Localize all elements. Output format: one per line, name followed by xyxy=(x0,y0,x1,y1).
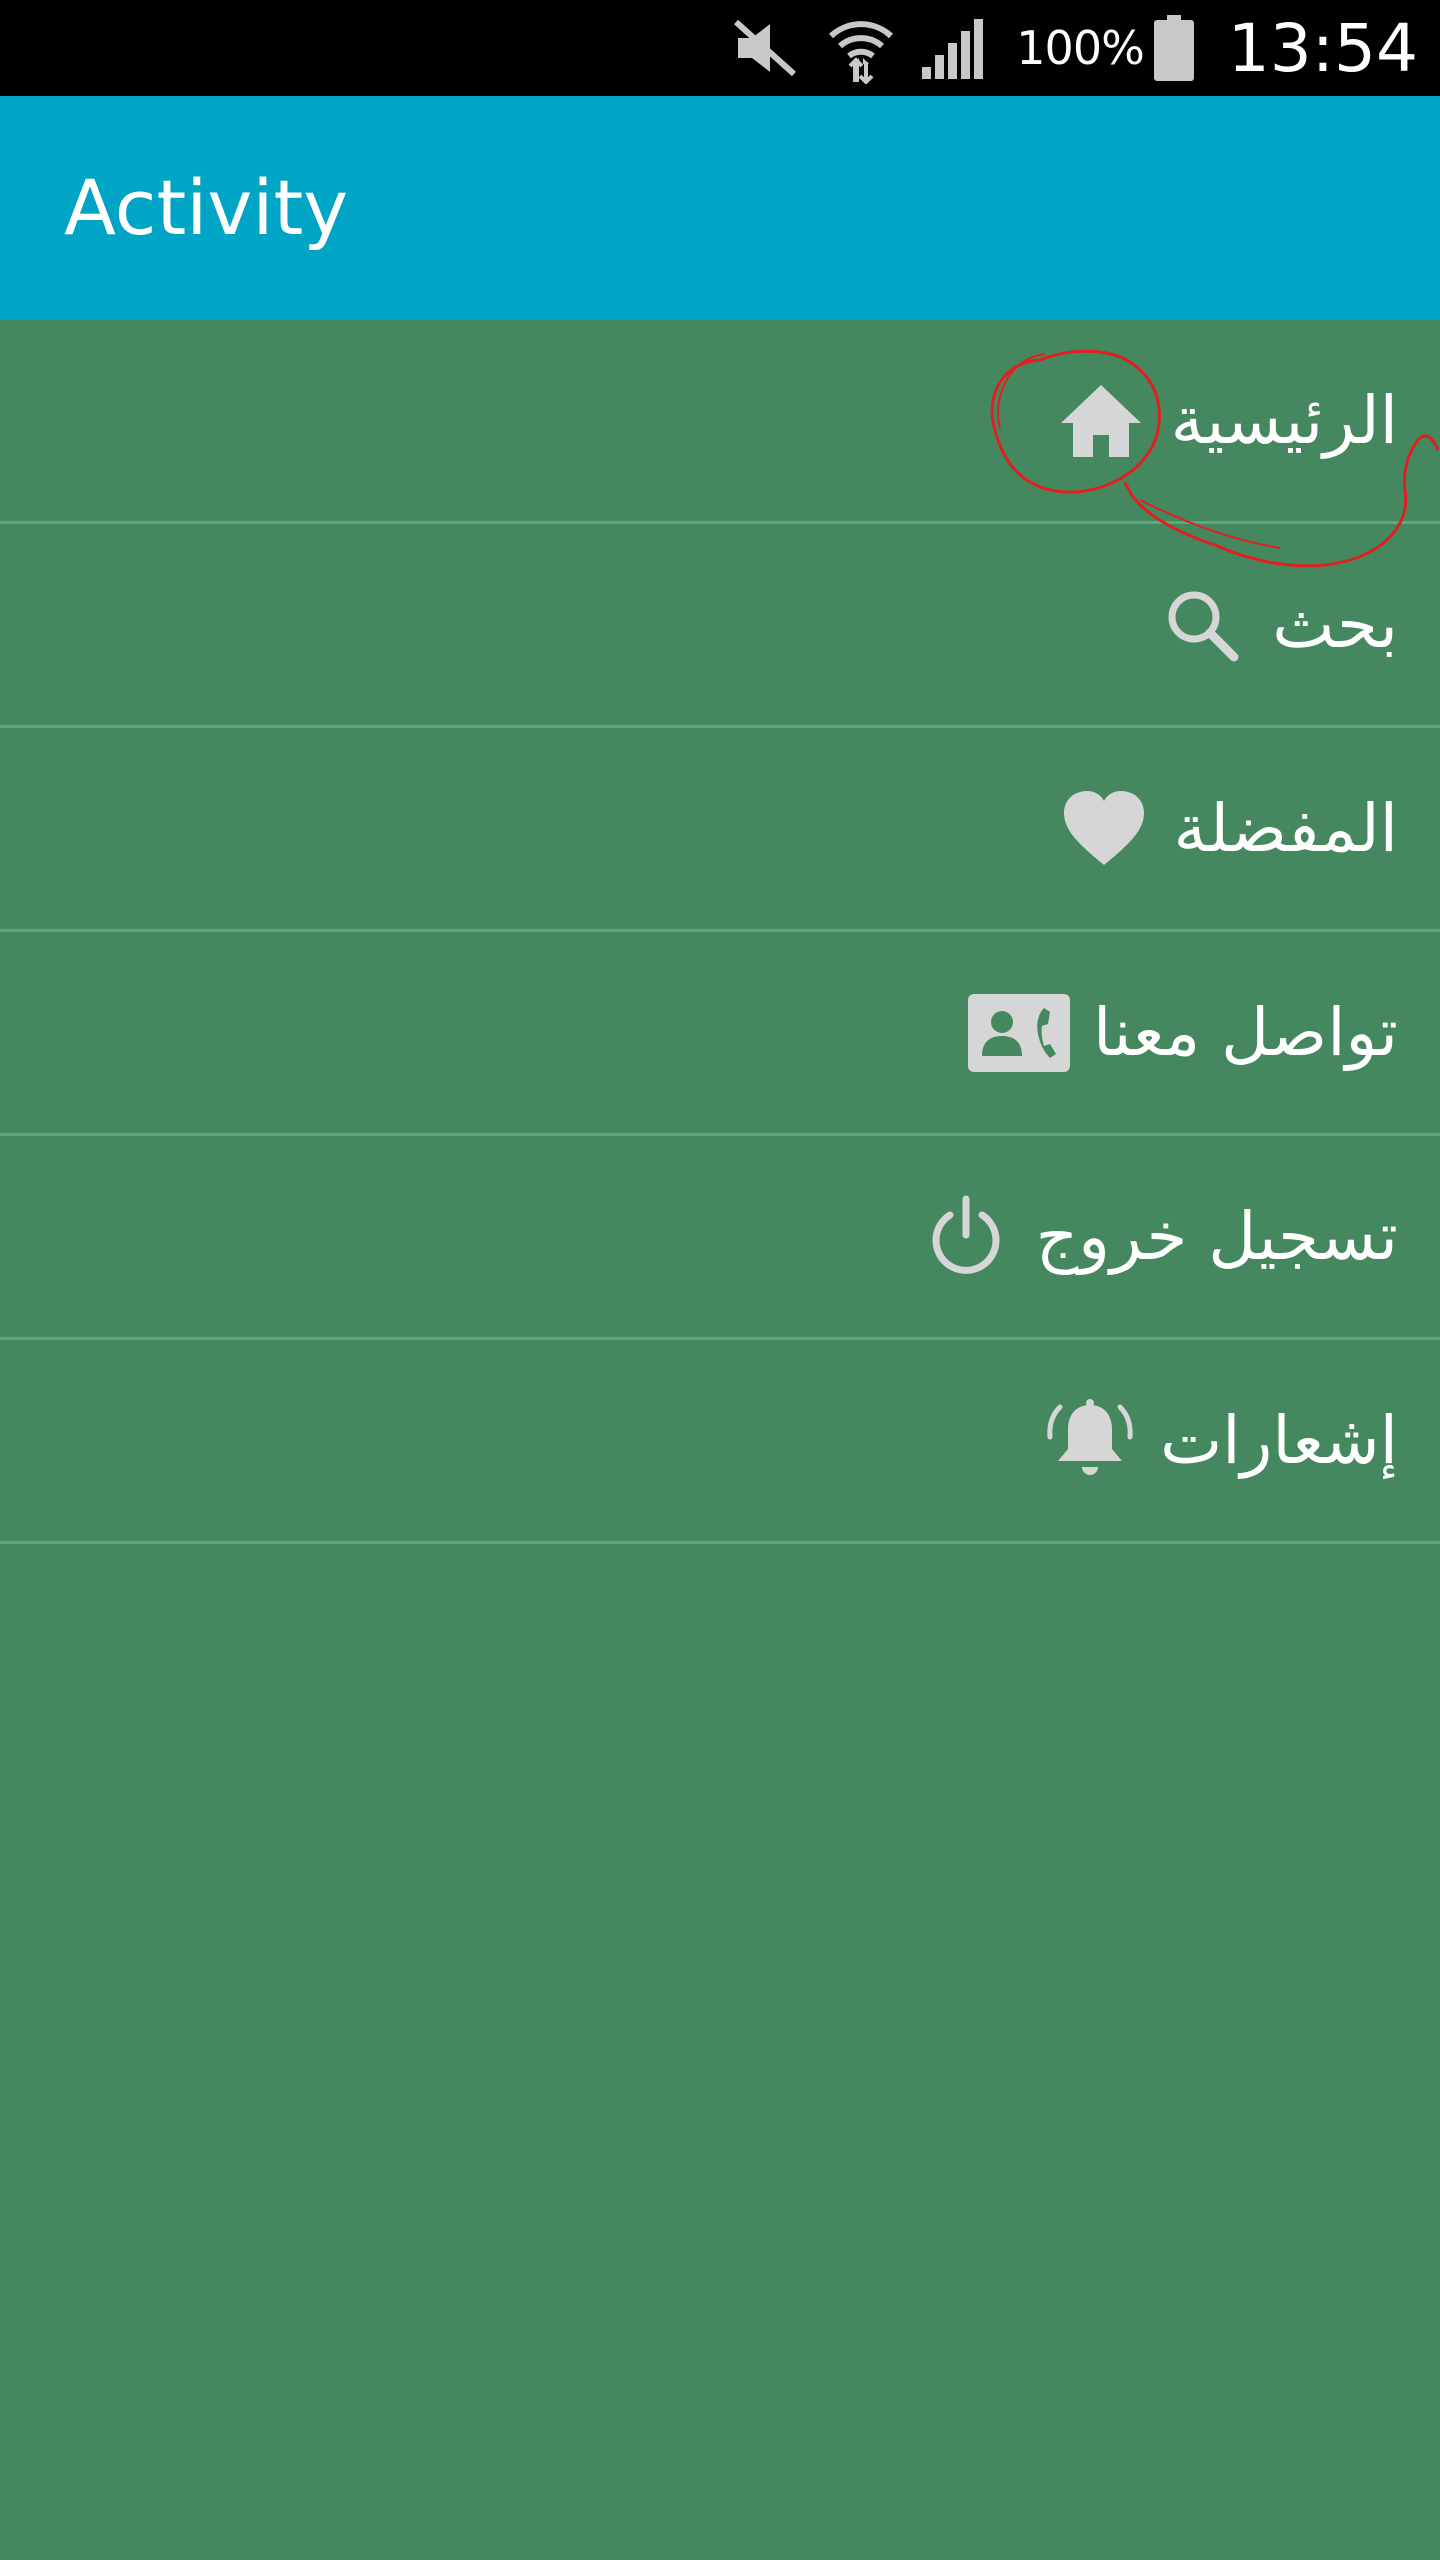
menu-item-label: تواصل معنا xyxy=(1092,994,1398,1071)
status-bar: 100% 13:54 xyxy=(0,0,1440,96)
drawer-menu: الرئيسية بحث المفضلة تواصل معنا تسجيل خر… xyxy=(0,320,1440,1544)
clock: 13:54 xyxy=(1227,9,1418,87)
menu-item-notifications[interactable]: إشعارات xyxy=(0,1340,1440,1544)
page-title: Activity xyxy=(64,163,349,252)
menu-item-label: بحث xyxy=(1272,586,1398,663)
menu-item-label: إشعارات xyxy=(1160,1402,1398,1479)
menu-item-logout[interactable]: تسجيل خروج xyxy=(0,1136,1440,1340)
menu-item-home[interactable]: الرئيسية xyxy=(0,320,1440,524)
signal-icon xyxy=(918,15,988,81)
bell-icon xyxy=(1042,1393,1138,1489)
mute-icon xyxy=(730,16,800,80)
wifi-icon xyxy=(826,12,896,84)
menu-item-search[interactable]: بحث xyxy=(0,524,1440,728)
search-icon xyxy=(1154,577,1250,673)
heart-icon xyxy=(1056,781,1152,877)
battery-percent: 100% xyxy=(1016,21,1145,75)
status-icons: 100% 13:54 xyxy=(730,0,1418,96)
battery-icon xyxy=(1153,15,1194,81)
app-bar: Activity xyxy=(0,96,1440,320)
menu-item-favorites[interactable]: المفضلة xyxy=(0,728,1440,932)
contact-card-icon xyxy=(967,985,1071,1081)
menu-item-label: تسجيل خروج xyxy=(1035,1198,1398,1275)
power-icon xyxy=(918,1189,1014,1285)
menu-item-contact[interactable]: تواصل معنا xyxy=(0,932,1440,1136)
menu-item-label: المفضلة xyxy=(1173,790,1398,867)
home-icon xyxy=(1053,373,1149,469)
menu-item-label: الرئيسية xyxy=(1170,382,1398,459)
